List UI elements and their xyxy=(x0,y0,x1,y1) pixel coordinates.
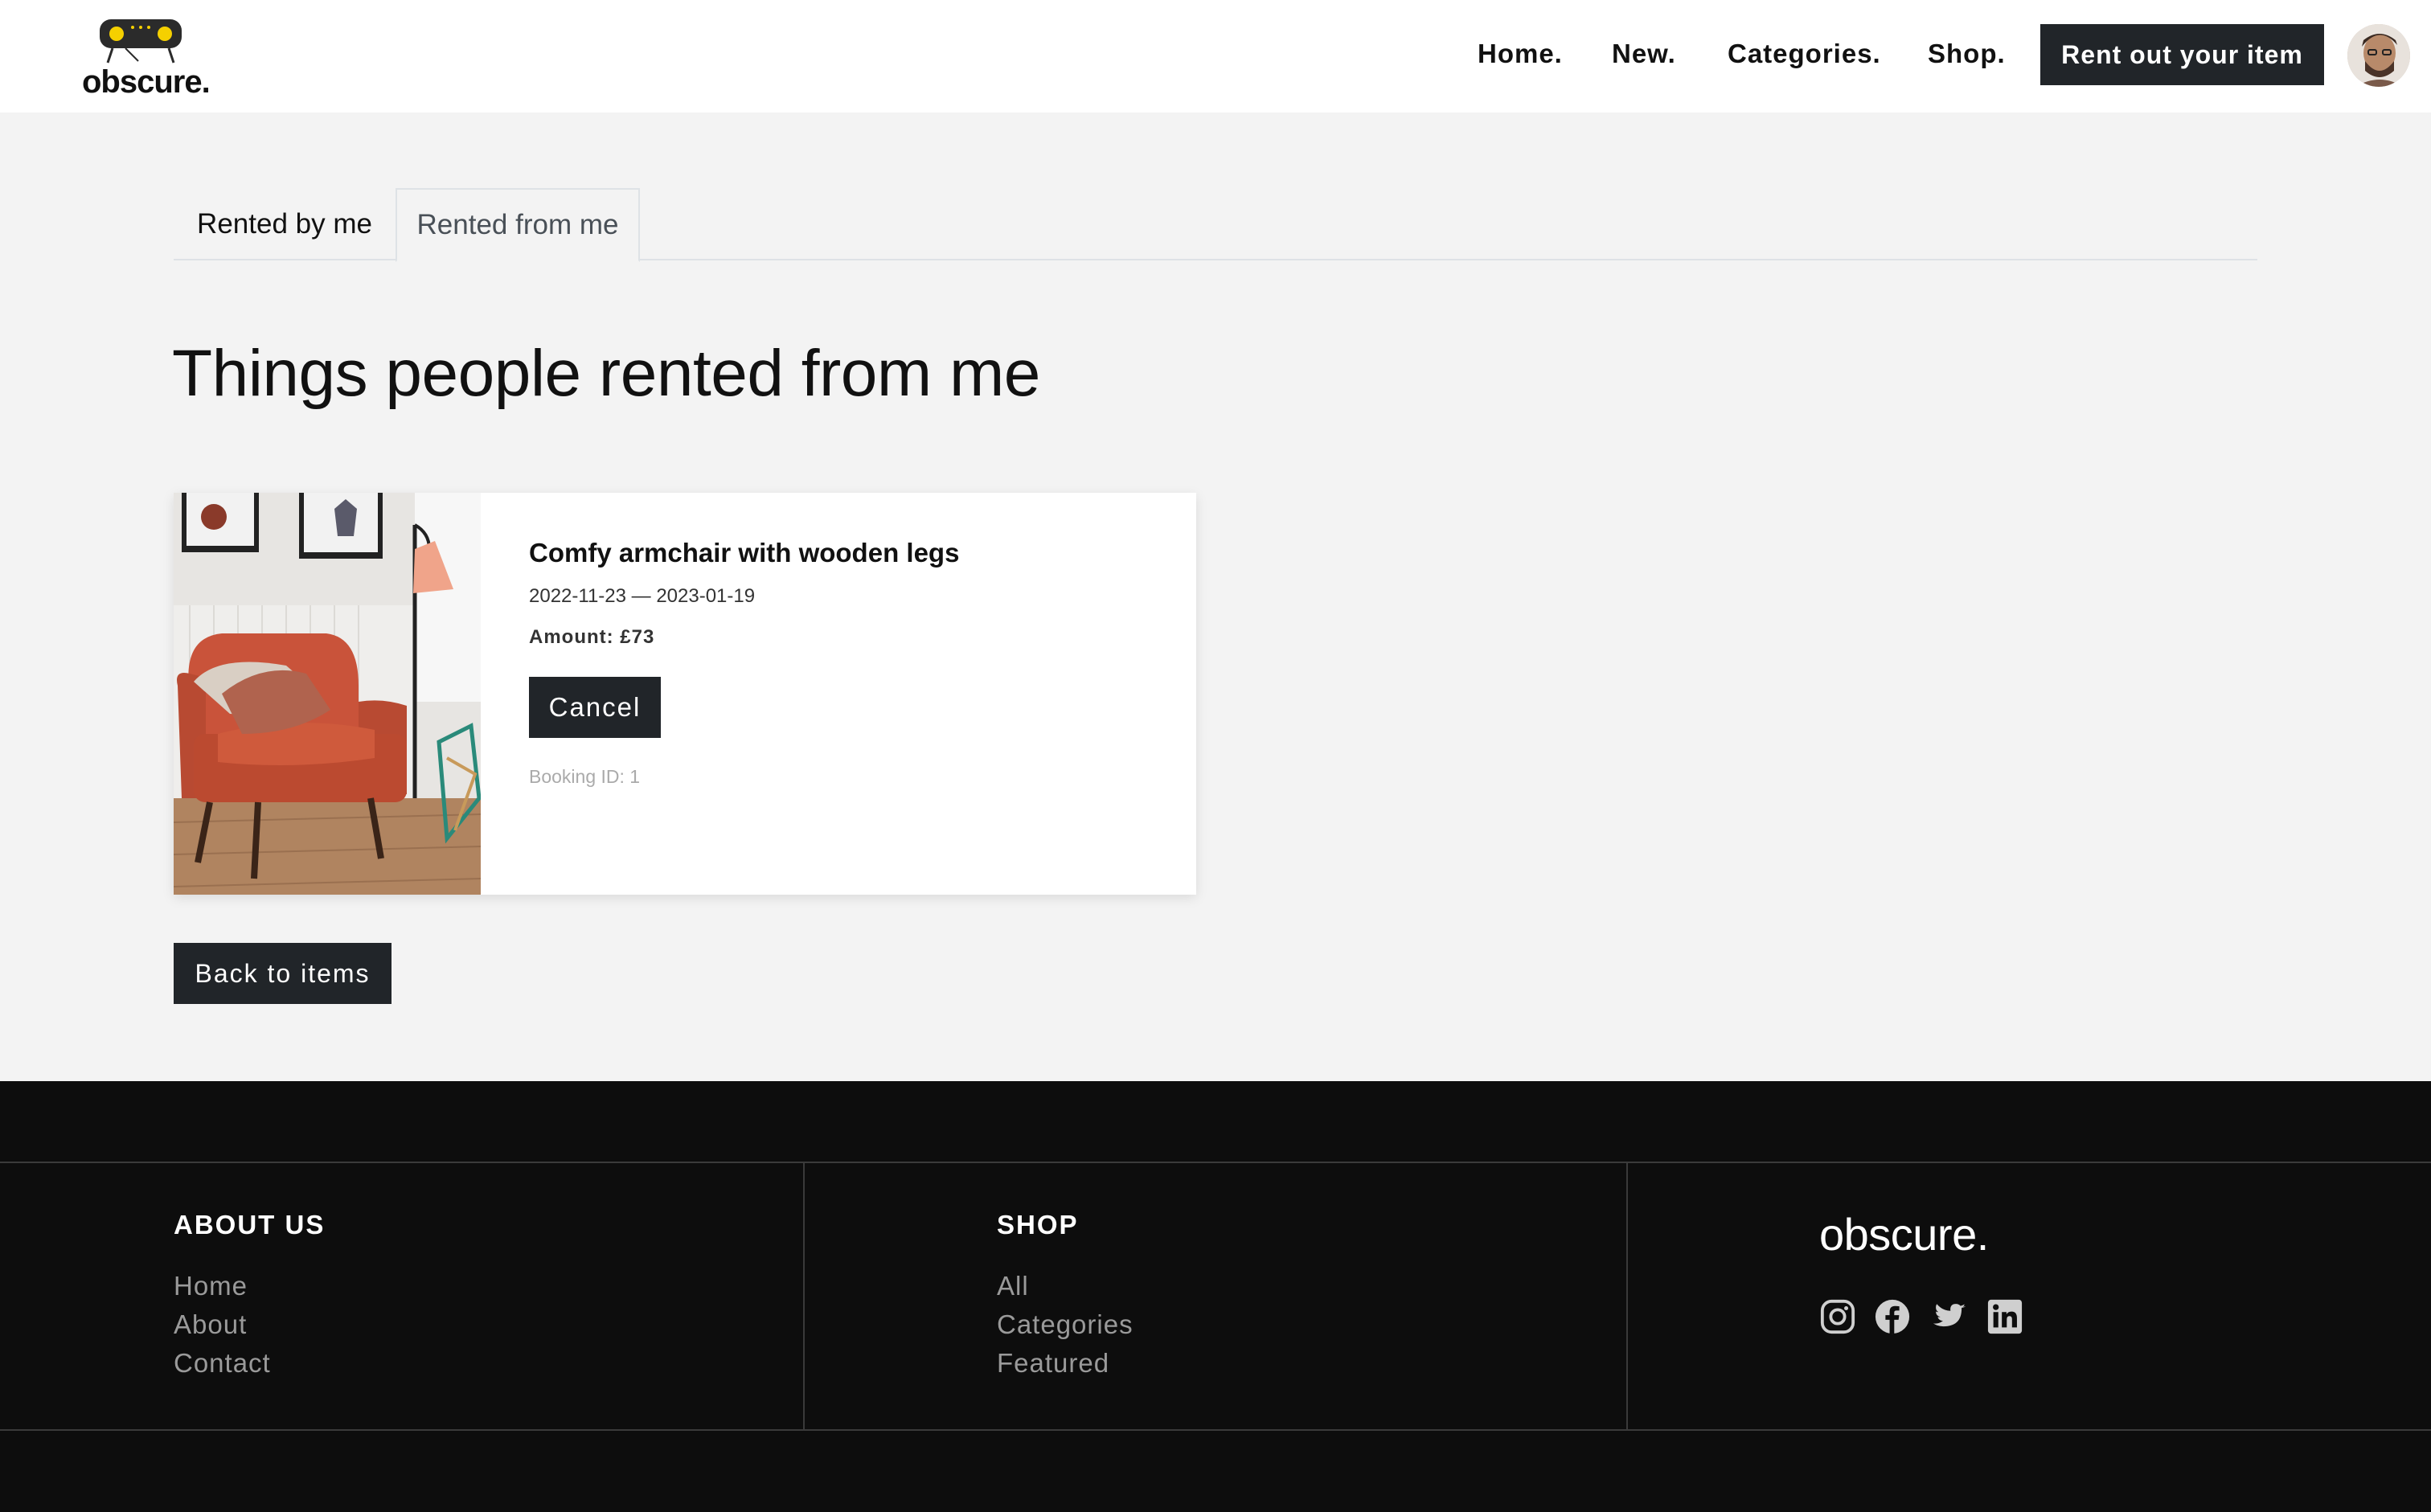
tab-rented-from-me[interactable]: Rented from me xyxy=(396,188,640,262)
footer-divider xyxy=(0,1162,2431,1163)
rental-dates: 2022-11-23 — 2023-01-19 xyxy=(529,585,756,607)
facebook-icon[interactable] xyxy=(1874,1298,1911,1335)
site-footer: ABOUT US Home About Contact SHOP All Cat… xyxy=(0,1081,2431,1512)
site-logo[interactable]: obscure. xyxy=(80,14,211,103)
nav-new[interactable]: New. xyxy=(1612,39,1676,69)
sofa-logo-icon xyxy=(100,19,182,64)
avatar[interactable] xyxy=(2347,24,2410,87)
footer-link-contact[interactable]: Contact xyxy=(174,1348,271,1379)
footer-link-about[interactable]: About xyxy=(174,1309,247,1340)
nav-shop[interactable]: Shop. xyxy=(1928,39,2006,69)
nav-categories[interactable]: Categories. xyxy=(1728,39,1881,69)
footer-column-divider xyxy=(1626,1162,1628,1431)
footer-divider xyxy=(0,1429,2431,1431)
cancel-booking-button[interactable]: Cancel xyxy=(529,677,661,738)
item-image xyxy=(174,493,481,895)
footer-shop-heading: SHOP xyxy=(997,1210,1079,1240)
footer-brand: obscure. xyxy=(1819,1209,1989,1260)
booking-card: Comfy armchair with wooden legs 2022-11-… xyxy=(174,493,1196,895)
nav-home[interactable]: Home. xyxy=(1478,39,1563,69)
footer-column-divider xyxy=(803,1162,805,1431)
logo-text: obscure. xyxy=(82,64,211,100)
rental-amount: Amount: £73 xyxy=(529,626,655,648)
rent-out-item-button[interactable]: Rent out your item xyxy=(2040,24,2324,85)
footer-link-featured[interactable]: Featured xyxy=(997,1348,1109,1379)
footer-link-home[interactable]: Home xyxy=(174,1271,248,1301)
footer-about-heading: ABOUT US xyxy=(174,1210,326,1240)
booking-id: Booking ID: 1 xyxy=(529,766,641,787)
instagram-icon[interactable] xyxy=(1819,1298,1856,1335)
booking-tabs: Rented by me Rented from me xyxy=(174,188,2257,262)
tab-rented-by-me[interactable]: Rented by me xyxy=(174,188,396,260)
linkedin-icon[interactable] xyxy=(1986,1298,2023,1335)
item-title: Comfy armchair with wooden legs xyxy=(529,538,960,568)
footer-link-categories[interactable]: Categories xyxy=(997,1309,1134,1340)
user-avatar-image xyxy=(2347,24,2410,87)
twitter-icon[interactable] xyxy=(1930,1298,1967,1335)
armchair-photo xyxy=(174,493,481,895)
site-header: obscure. Home. New. Categories. Shop. Re… xyxy=(0,0,2431,113)
page-title: Things people rented from me xyxy=(172,337,1040,410)
back-to-items-button[interactable]: Back to items xyxy=(174,943,392,1004)
footer-link-all[interactable]: All xyxy=(997,1271,1029,1301)
